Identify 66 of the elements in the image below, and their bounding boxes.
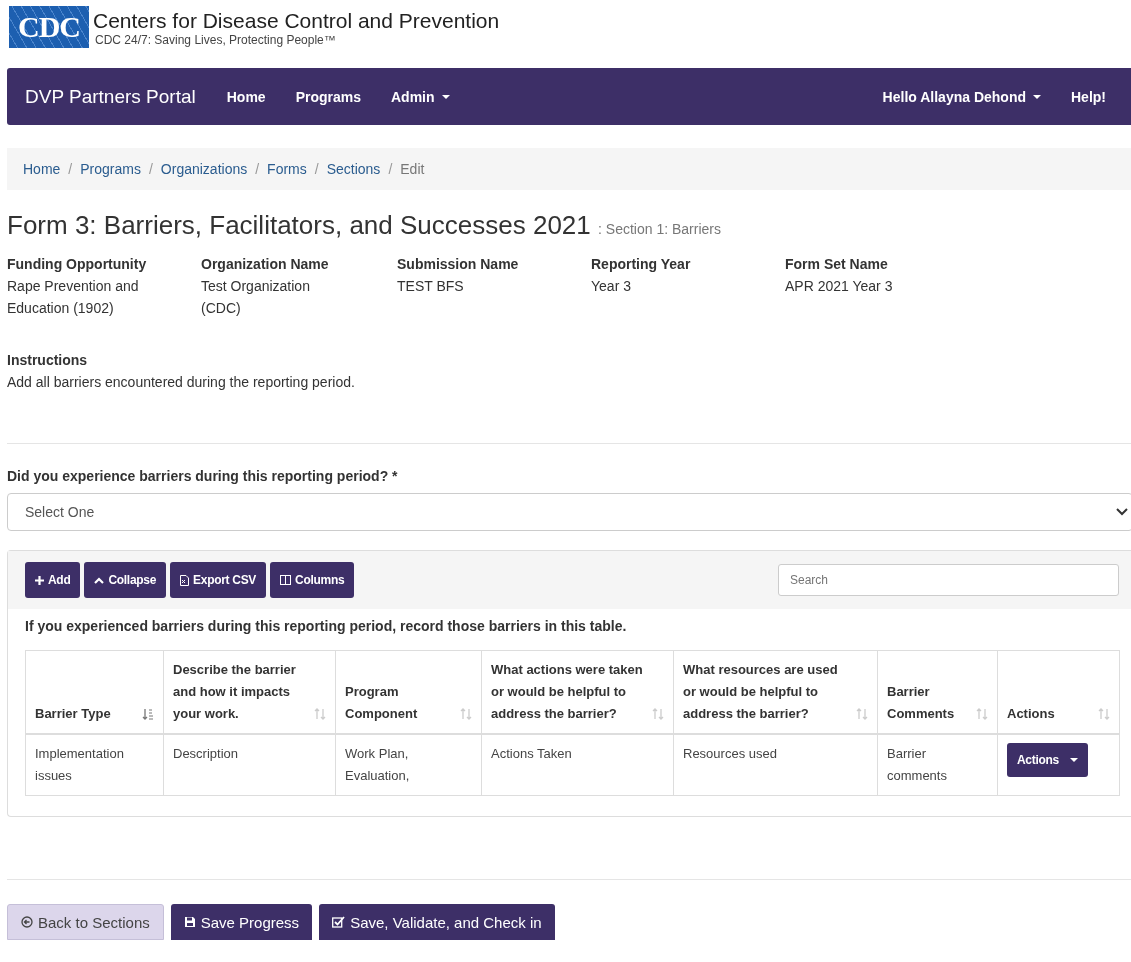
breadcrumb-separator: / (313, 161, 320, 177)
field-value: APR 2021 Year 3 (785, 277, 894, 296)
field-value: Year 3 (591, 277, 632, 296)
breadcrumb-link[interactable]: Edit (400, 161, 425, 177)
field-value: Rape Prevention and Education (1902) (7, 277, 140, 318)
table-cell: Description (163, 734, 336, 796)
field-value: TEST BFS (397, 277, 465, 296)
toolbar-button[interactable]: Columns (270, 562, 355, 598)
breadcrumb-link[interactable]: Forms (267, 161, 307, 177)
organization-title: Centers for Disease Control and Prevention (93, 9, 500, 33)
nav-link[interactable]: Programs (280, 88, 376, 105)
nav-link[interactable]: Home (211, 88, 281, 105)
column-header[interactable]: What resources are used or would be helpful to address the barrier? (673, 650, 878, 734)
chevron-down-icon (1116, 508, 1128, 516)
breadcrumb-link[interactable]: Home (23, 161, 61, 177)
nav-link[interactable]: Help! (1056, 88, 1121, 105)
toolbar-button[interactable]: Add (25, 562, 81, 598)
file-icon (180, 574, 190, 586)
field-value: Test Organization (CDC) (201, 277, 311, 318)
field-label: Organization Name (201, 255, 330, 274)
section-subtitle: : Section 1: Barriers (598, 221, 721, 237)
table-note: If you experienced barriers during this reporting period, record those barriers in this table. (25, 618, 628, 634)
breadcrumb-link[interactable]: Sections (326, 161, 381, 177)
field-label: Reporting Year (591, 255, 692, 274)
toolbar-button[interactable]: Collapse (84, 562, 167, 598)
plus-icon (35, 575, 44, 585)
column-header[interactable]: Barrier Type (25, 650, 164, 734)
question-label: Did you experience barriers during this reporting period? * (7, 468, 399, 484)
search-field[interactable]: Search (778, 564, 1119, 596)
field-label: Submission Name (397, 255, 520, 274)
field-label: Form Set Name (785, 255, 889, 274)
page-title: Form 3: Barriers, Facilitators, and Successes 2021 (7, 210, 591, 240)
chevron-up-icon (94, 576, 105, 584)
tagline: CDC 24/7: Saving Lives, Protecting People™ (95, 33, 337, 47)
column-header[interactable]: Actions (997, 650, 1120, 734)
instructions-label: Instructions (7, 351, 89, 370)
cdc-logo: CDC (9, 6, 89, 48)
instructions-text: Add all barriers encountered during the reporting period. (7, 373, 356, 392)
breadcrumb-separator: / (254, 161, 261, 177)
actions-button[interactable]: Actions (1007, 743, 1088, 777)
breadcrumb-link[interactable]: Organizations (160, 161, 248, 177)
select-field[interactable]: Select One (7, 493, 1131, 531)
table-cell: Barrier comments (877, 734, 998, 796)
table-cell: Implementation issues (25, 734, 164, 796)
footer-button[interactable]: Back to Sections (7, 904, 164, 940)
column-header[interactable]: Barrier Comments (877, 650, 998, 734)
back-circle-icon (21, 916, 33, 928)
table-cell: Work Plan, Evaluation, (335, 734, 482, 796)
table-cell: Resources used (673, 734, 878, 796)
checkbox-icon (332, 916, 346, 928)
column-header[interactable]: Describe the barrier and how it impacts your work. (163, 650, 336, 734)
columns-icon (280, 575, 292, 585)
toolbar-button[interactable]: Export CSV (170, 562, 267, 598)
table-cell: Actions Taken (481, 734, 674, 796)
breadcrumb-separator: / (67, 161, 74, 177)
nav-link[interactable]: Admin (376, 88, 465, 105)
column-header[interactable]: What actions were taken or would be helpful to address the barrier? (481, 650, 674, 734)
breadcrumb-separator: / (387, 161, 394, 177)
breadcrumb-separator: / (147, 161, 154, 177)
breadcrumb-link[interactable]: Programs (80, 161, 141, 177)
column-header[interactable]: Program Component (335, 650, 482, 734)
footer-button[interactable]: Save, Validate, and Check in (319, 904, 555, 940)
footer-button[interactable]: Save Progress (170, 904, 313, 940)
portal-brand[interactable]: DVP Partners Portal (25, 85, 196, 108)
field-label: Funding Opportunity (7, 255, 148, 274)
nav-link[interactable]: Hello Allayna Dehond (867, 88, 1056, 105)
